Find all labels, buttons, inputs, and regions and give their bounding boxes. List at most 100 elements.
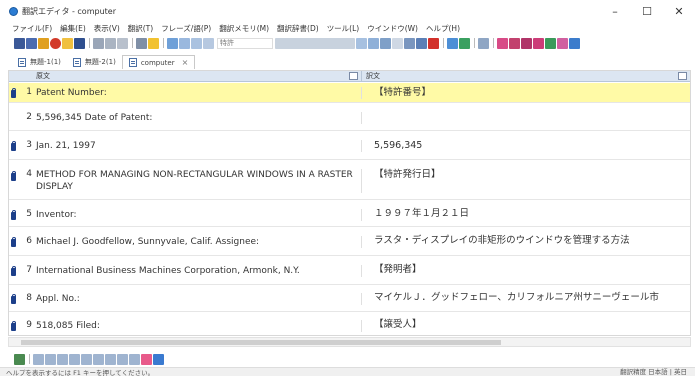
search-input[interactable]: 特許 xyxy=(217,37,273,49)
source-cell[interactable]: 5,596,345 Date of Patent: xyxy=(36,112,362,124)
target-cell[interactable]: ラスタ・ディスプレイの非矩形のウインドウを管理する方法 xyxy=(374,234,690,247)
check-icon[interactable] xyxy=(459,37,470,49)
segment-icon[interactable] xyxy=(69,353,80,365)
segment-icon[interactable] xyxy=(129,353,140,365)
lookup-icon[interactable] xyxy=(416,37,427,49)
target-cell[interactable]: マイケルＪ．グッドフェロー、カリフォルニア州サニーヴェール市 xyxy=(374,291,690,304)
grid-icon[interactable] xyxy=(368,37,379,49)
menu-help[interactable]: ヘルプ(H) xyxy=(426,23,460,34)
tab-untitled-1[interactable]: 無題-1(1) xyxy=(12,55,67,69)
lightbulb-icon[interactable] xyxy=(148,37,159,49)
new-window-icon[interactable] xyxy=(26,37,37,49)
source-cell[interactable]: Jan. 21, 1997 xyxy=(36,140,362,152)
table-row[interactable]: 2 5,596,345 Date of Patent: xyxy=(9,104,690,131)
source-header-label: 原文 xyxy=(36,72,50,80)
menu-translation-memory[interactable]: 翻訳メモリ(M) xyxy=(219,23,269,34)
source-cell[interactable]: METHOD FOR MANAGING NON-RECTANGULAR WIND… xyxy=(36,169,362,193)
target-cell[interactable]: 5,596,345 xyxy=(374,139,690,152)
menu-view[interactable]: 表示(V) xyxy=(94,23,120,34)
heart-icon[interactable] xyxy=(428,37,439,49)
blank-icon[interactable] xyxy=(392,37,403,49)
source-cell[interactable]: Inventor: xyxy=(36,209,362,221)
segment-icon[interactable] xyxy=(33,353,44,365)
record-icon[interactable] xyxy=(50,37,61,49)
table-row[interactable]: 4 METHOD FOR MANAGING NON-RECTANGULAR WI… xyxy=(9,161,690,200)
paste-icon[interactable] xyxy=(117,37,128,49)
tab-close-icon[interactable]: × xyxy=(182,58,189,67)
segment-icon[interactable] xyxy=(45,353,56,365)
close-button[interactable]: ✕ xyxy=(663,0,695,22)
segment-icon[interactable] xyxy=(93,353,104,365)
table-row[interactable]: 7 International Business Machines Corpor… xyxy=(9,257,690,285)
menu-edit[interactable]: 編集(E) xyxy=(60,23,86,34)
tab-untitled-2[interactable]: 無題-2(1) xyxy=(67,55,122,69)
open-file-icon[interactable] xyxy=(38,37,49,49)
status-text: ヘルプを表示するには F1 キーを押してください。 xyxy=(6,369,155,376)
translate-icon[interactable] xyxy=(167,37,178,49)
table-row[interactable]: 8 Appl. No.: マイケルＪ．グッドフェロー、カリフォルニア州サニーヴェ… xyxy=(9,286,690,312)
target-cell[interactable]: １９９７年１月２１日 xyxy=(374,207,690,220)
folder-icon[interactable] xyxy=(62,37,73,49)
undo-icon[interactable] xyxy=(136,37,147,49)
source-cell[interactable]: International Business Machines Corporat… xyxy=(36,265,362,277)
new-document-icon[interactable] xyxy=(14,37,25,49)
triangle-icon[interactable] xyxy=(14,353,25,365)
list-icon[interactable] xyxy=(380,37,391,49)
target-cell[interactable]: 【譲受人】 xyxy=(374,318,690,331)
segment-icon[interactable] xyxy=(117,353,128,365)
menu-translate[interactable]: 翻訳(T) xyxy=(128,23,153,34)
pink-book-icon[interactable] xyxy=(521,37,532,49)
copy-icon[interactable] xyxy=(105,37,116,49)
blue-doc-icon[interactable] xyxy=(569,37,580,49)
dictionary-icon[interactable] xyxy=(356,37,367,49)
row-number: 6 xyxy=(26,236,32,246)
pink-chart-icon[interactable] xyxy=(557,37,568,49)
target-cell[interactable]: 【特許発行日】 xyxy=(374,168,690,181)
source-cell[interactable]: 518,085 Filed: xyxy=(36,320,362,332)
horizontal-scrollbar[interactable] xyxy=(8,337,691,347)
pink-grid-icon[interactable] xyxy=(497,37,508,49)
table-row[interactable]: 1 Patent Number: 【特許番号】 xyxy=(9,83,690,103)
toolbar-separator xyxy=(89,38,90,48)
scrollbar-thumb[interactable] xyxy=(21,340,501,345)
table-row[interactable]: 3 Jan. 21, 1997 5,596,345 xyxy=(9,132,690,160)
green-grid-icon[interactable] xyxy=(545,37,556,49)
filter-icon[interactable] xyxy=(447,37,458,49)
blue-toggle-icon[interactable] xyxy=(153,353,164,365)
stop-icon[interactable] xyxy=(203,37,214,49)
source-cell[interactable]: Michael J. Goodfellow, Sunnyvale, Calif.… xyxy=(36,236,362,248)
tab-computer[interactable]: computer × xyxy=(121,55,196,69)
segment-icon[interactable] xyxy=(105,353,116,365)
target-cell[interactable]: 【発明者】 xyxy=(374,263,690,276)
cut-icon[interactable] xyxy=(93,37,104,49)
segment-icon[interactable] xyxy=(57,353,68,365)
next-icon[interactable] xyxy=(191,37,202,49)
target-column-button[interactable] xyxy=(678,72,687,80)
memory-icon[interactable] xyxy=(404,37,415,49)
pink-toggle-icon[interactable] xyxy=(141,353,152,365)
source-cell[interactable]: Patent Number: xyxy=(36,87,362,99)
segment-icon[interactable] xyxy=(81,353,92,365)
menu-window[interactable]: ウインドウ(W) xyxy=(367,23,418,34)
menu-tools[interactable]: ツール(L) xyxy=(327,23,360,34)
translate-all-icon[interactable] xyxy=(179,37,190,49)
main-toolbar: 特許 xyxy=(0,36,695,50)
pink-table-icon[interactable] xyxy=(509,37,520,49)
source-column-button[interactable] xyxy=(349,72,358,80)
toolbar-separator xyxy=(443,38,444,48)
pink-pin-icon[interactable] xyxy=(533,37,544,49)
maximize-button[interactable]: ☐ xyxy=(631,0,663,22)
save-icon[interactable] xyxy=(74,37,85,49)
menu-file[interactable]: ファイル(F) xyxy=(12,23,52,34)
table-row[interactable]: 9 518,085 Filed: 【譲受人】 xyxy=(9,313,690,336)
minimize-button[interactable]: – xyxy=(599,0,631,22)
table-row[interactable]: 6 Michael J. Goodfellow, Sunnyvale, Cali… xyxy=(9,228,690,256)
row-number: 2 xyxy=(26,112,32,122)
menu-dictionary[interactable]: 翻訳辞書(D) xyxy=(277,23,319,34)
table-row[interactable]: 5 Inventor: １９９７年１月２１日 xyxy=(9,201,690,227)
window-icon[interactable] xyxy=(478,37,489,49)
source-cell[interactable]: Appl. No.: xyxy=(36,293,362,305)
menu-phrase[interactable]: フレーズ/語(P) xyxy=(161,23,211,34)
tab-label: 無題-2(1) xyxy=(84,58,116,66)
target-cell[interactable]: 【特許番号】 xyxy=(374,86,690,99)
